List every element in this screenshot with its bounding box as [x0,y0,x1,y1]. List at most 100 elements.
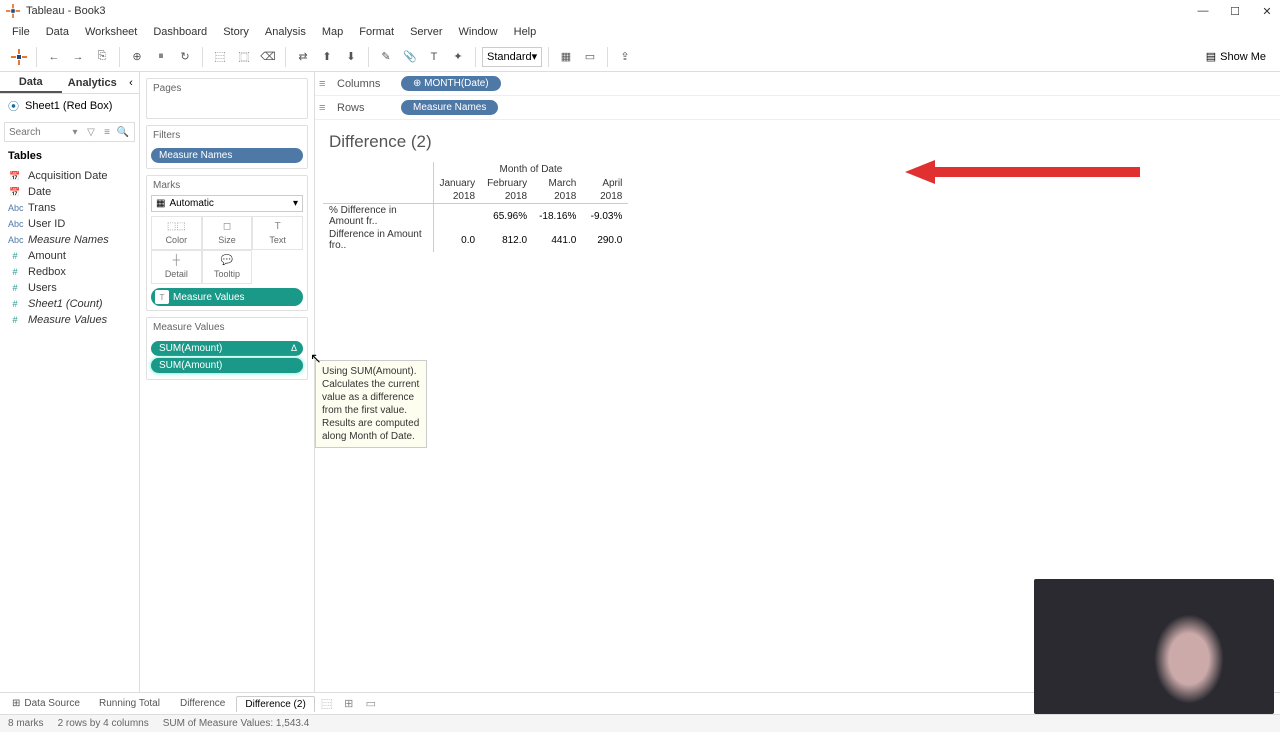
marks-size[interactable]: ◻Size [202,216,253,250]
presentation-icon[interactable]: ▭ [579,46,601,68]
field-acquisition-date[interactable]: 📅Acquisition Date [0,168,139,184]
menu-analysis[interactable]: Analysis [257,26,314,38]
datasource-row[interactable]: ⦿ Sheet1 (Red Box) [0,94,139,118]
filter-pill-measure-names[interactable]: Measure Names [151,148,303,163]
cell[interactable]: 290.0 [582,228,628,252]
labels-icon[interactable]: T [423,46,445,68]
marks-type-dropdown[interactable]: ▦Automatic ▾ [151,195,303,212]
col-month-0[interactable]: January [433,177,481,190]
marks-detail[interactable]: ┼Detail [151,250,202,284]
columns-shelf[interactable]: ≡ Columns ⊕ MONTH(Date) [315,72,1280,96]
marks-text-pill[interactable]: T Measure Values [151,288,303,306]
field-amount[interactable]: #Amount [0,248,139,264]
cell[interactable]: -18.16% [533,204,582,229]
menu-format[interactable]: Format [351,26,402,38]
field-measure-values[interactable]: #Measure Values [0,312,139,328]
sheet-title[interactable]: Difference (2) [329,132,1272,152]
menu-map[interactable]: Map [314,26,351,38]
rows-shelf[interactable]: ≡ Rows Measure Names [315,96,1280,120]
save-icon[interactable]: ⎘ [91,46,113,68]
group-icon[interactable]: 📎 [399,46,421,68]
marks-tooltip[interactable]: 💬Tooltip [202,250,253,284]
close-button[interactable]: ✕ [1260,4,1274,18]
row-header-1[interactable]: Difference in Amount fro.. [323,228,433,252]
new-dashboard-tab-icon[interactable]: ⊞ [339,695,359,713]
clear-icon[interactable]: ⌫ [257,46,279,68]
cell[interactable]: 441.0 [533,228,582,252]
field-measure-names[interactable]: AbcMeasure Names [0,232,139,248]
cell[interactable] [433,204,481,229]
share-icon[interactable]: ⇪ [614,46,636,68]
column-super-header: Month of Date [433,162,628,177]
rows-pill-measure-names[interactable]: Measure Names [401,100,498,115]
marks-color[interactable]: ⬚⬚Color [151,216,202,250]
sort-desc-icon[interactable]: ⬇ [340,46,362,68]
maximize-button[interactable]: ☐ [1228,4,1242,18]
menu-server[interactable]: Server [402,26,450,38]
search-input[interactable] [9,127,66,138]
cell[interactable]: 0.0 [433,228,481,252]
undo-icon[interactable]: ← [43,46,65,68]
col-month-3[interactable]: April [582,177,628,190]
format-icon[interactable]: ✦ [447,46,469,68]
refresh-icon[interactable]: ↻ [174,46,196,68]
redo-icon[interactable]: → [67,46,89,68]
show-me-button[interactable]: ▤ Show Me [1200,50,1272,63]
tab-data[interactable]: Data [0,72,62,93]
field-user-id[interactable]: AbcUser ID [0,216,139,232]
col-month-2[interactable]: March [533,177,582,190]
menu-window[interactable]: Window [451,26,506,38]
menu-file[interactable]: File [4,26,38,38]
cell[interactable]: 65.96% [481,204,533,229]
col-year-2[interactable]: 2018 [533,190,582,204]
pages-shelf[interactable]: Pages [146,78,308,119]
row-header-0[interactable]: % Difference in Amount fr.. [323,204,433,229]
swap-icon[interactable]: ⇄ [292,46,314,68]
field-trans[interactable]: AbcTrans [0,200,139,216]
tab-analytics[interactable]: Analytics [62,72,124,93]
new-story-tab-icon[interactable]: ▭ [361,695,381,713]
cell[interactable]: 812.0 [481,228,533,252]
marks-text[interactable]: TText [252,216,303,250]
mv-pill-sum-amount-2[interactable]: SUM(Amount) [151,358,303,373]
filter-icon[interactable]: ▽ [84,125,98,139]
sheet-tab-running-total[interactable]: Running Total [90,695,169,712]
view-list-icon[interactable]: ≡ [100,125,114,139]
marks-type-value: Automatic [169,198,213,209]
find-icon[interactable]: 🔍 [116,125,130,139]
sort-asc-icon[interactable]: ⬆ [316,46,338,68]
menu-data[interactable]: Data [38,26,77,38]
menu-dashboard[interactable]: Dashboard [145,26,215,38]
new-datasource-icon[interactable]: ⊕ [126,46,148,68]
datasource-tab[interactable]: ⊞ Data Source [4,698,88,709]
columns-pill-month-date[interactable]: ⊕ MONTH(Date) [401,76,501,91]
menu-story[interactable]: Story [215,26,257,38]
col-year-0[interactable]: 2018 [433,190,481,204]
duplicate-icon[interactable]: ⿴ [233,46,255,68]
mv-pill-sum-amount-1[interactable]: SUM(Amount) Δ [151,341,303,356]
new-worksheet-tab-icon[interactable]: ⿳ [317,695,337,713]
pause-updates-icon[interactable]: ⏸ [150,46,172,68]
cell[interactable]: -9.03% [582,204,628,229]
minimize-button[interactable]: — [1196,4,1210,18]
col-month-1[interactable]: February [481,177,533,190]
search-dropdown-icon[interactable]: ▾ [68,125,82,139]
collapse-panel-icon[interactable]: ‹ [123,72,139,93]
show-cards-icon[interactable]: ▦ [555,46,577,68]
field-date[interactable]: 📅Date [0,184,139,200]
new-worksheet-icon[interactable]: ⿳ [209,46,231,68]
fit-dropdown[interactable]: Standard ▾ [482,47,542,67]
col-year-3[interactable]: 2018 [582,190,628,204]
field-sheet1-count[interactable]: #Sheet1 (Count) [0,296,139,312]
field-users[interactable]: #Users [0,280,139,296]
col-year-1[interactable]: 2018 [481,190,533,204]
measure-values-shelf[interactable]: Measure Values SUM(Amount) Δ SUM(Amount) [146,317,308,380]
menu-help[interactable]: Help [506,26,545,38]
filters-shelf[interactable]: Filters Measure Names [146,125,308,169]
field-redbox[interactable]: #Redbox [0,264,139,280]
tableau-start-icon[interactable] [8,46,30,68]
menu-worksheet[interactable]: Worksheet [77,26,145,38]
highlight-icon[interactable]: ✎ [375,46,397,68]
sheet-tab-difference-2[interactable]: Difference (2) [236,696,314,712]
sheet-tab-difference[interactable]: Difference [171,695,234,712]
